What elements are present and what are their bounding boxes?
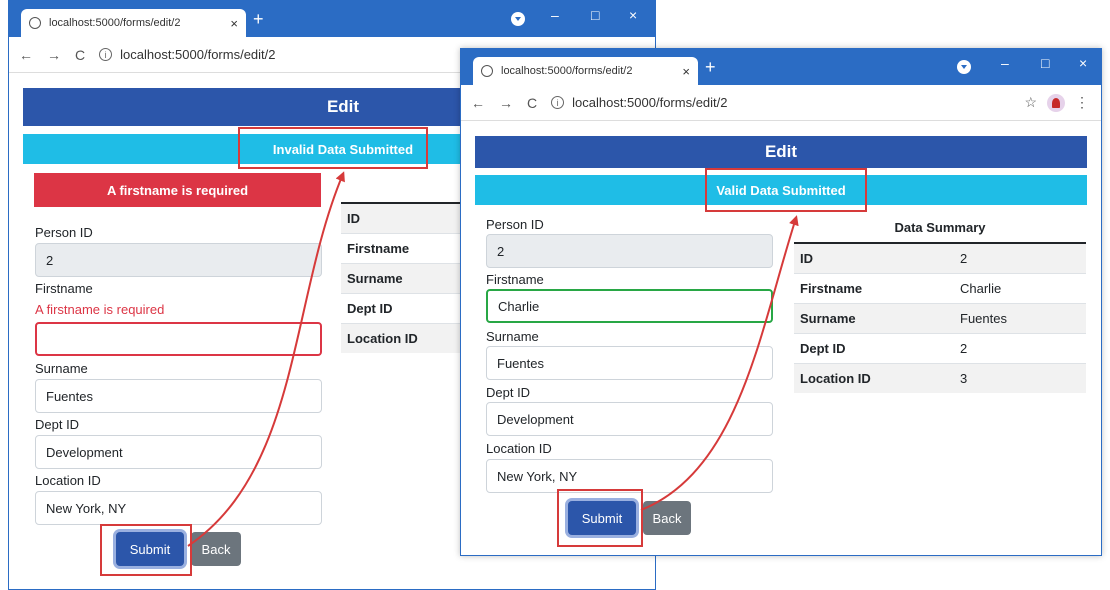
new-tab-icon[interactable]: +	[253, 9, 264, 29]
minimize-icon[interactable]: –	[551, 7, 559, 23]
firstname-label: Firstname	[35, 281, 93, 296]
tab-title: localhost:5000/forms/edit/2	[49, 17, 181, 29]
info-icon[interactable]: i	[99, 48, 113, 61]
tab-close-icon[interactable]: ×	[682, 64, 690, 79]
browser-tab[interactable]: localhost:5000/forms/edit/2 ×	[473, 57, 698, 85]
dept-label: Dept ID	[486, 385, 531, 400]
highlight-invalid-banner	[238, 127, 428, 169]
title-bar: localhost:5000/forms/edit/2 × + – □ ×	[9, 1, 655, 37]
table-header: Data Summary	[794, 213, 1086, 244]
table-key: Firstname	[794, 272, 954, 303]
dept-select[interactable]: Development	[35, 435, 322, 469]
person-id-field[interactable]: 2	[35, 243, 322, 277]
location-select[interactable]: New York, NY	[486, 459, 773, 493]
person-id-field[interactable]: 2	[486, 234, 773, 268]
maximize-icon[interactable]: □	[591, 7, 599, 23]
table-value: Charlie	[954, 272, 1086, 303]
firstname-label: Firstname	[486, 272, 544, 287]
download-icon[interactable]	[511, 12, 525, 26]
table-key: ID	[794, 242, 954, 273]
table-key: Dept ID	[794, 332, 954, 363]
address-toolbar: ← → C i localhost:5000/forms/edit/2 ☆ ⋮	[461, 85, 1101, 121]
browser-tab[interactable]: localhost:5000/forms/edit/2 ×	[21, 9, 246, 37]
validation-summary: A firstname is required	[34, 173, 321, 207]
highlight-valid-banner	[705, 168, 867, 212]
highlight-left-submit	[100, 524, 192, 576]
close-icon[interactable]: ×	[1079, 55, 1087, 71]
profile-avatar-icon[interactable]	[1047, 93, 1065, 112]
table-key: Location ID	[794, 362, 954, 393]
bookmark-star-icon[interactable]: ☆	[1024, 94, 1037, 111]
location-label: Location ID	[486, 441, 552, 456]
dept-select[interactable]: Development	[486, 402, 773, 436]
back-button[interactable]: Back	[643, 501, 691, 535]
close-icon[interactable]: ×	[629, 7, 637, 23]
info-icon[interactable]: i	[551, 96, 565, 109]
address-bar[interactable]: localhost:5000/forms/edit/2	[572, 95, 727, 110]
surname-input[interactable]: Fuentes	[486, 346, 773, 380]
tab-title: localhost:5000/forms/edit/2	[501, 65, 633, 77]
minimize-icon[interactable]: –	[1001, 55, 1009, 71]
browser-window-right: localhost:5000/forms/edit/2 × + – □ × ← …	[460, 48, 1102, 556]
forward-arrow-icon[interactable]: →	[47, 47, 61, 63]
address-bar[interactable]: localhost:5000/forms/edit/2	[120, 47, 275, 62]
surname-label: Surname	[35, 361, 88, 376]
dept-label: Dept ID	[35, 417, 80, 432]
person-id-label: Person ID	[35, 225, 93, 240]
reload-icon[interactable]: C	[527, 95, 537, 111]
back-arrow-icon[interactable]: ←	[19, 47, 33, 63]
location-label: Location ID	[35, 473, 101, 488]
surname-input[interactable]: Fuentes	[35, 379, 322, 413]
table-value: 2	[954, 242, 1086, 273]
globe-icon	[29, 17, 41, 29]
table-value: 3	[954, 362, 1086, 393]
new-tab-icon[interactable]: +	[705, 57, 716, 77]
page-title: Edit	[475, 136, 1087, 168]
forward-arrow-icon[interactable]: →	[499, 95, 513, 111]
surname-label: Surname	[486, 329, 539, 344]
download-icon[interactable]	[957, 60, 971, 74]
globe-icon	[481, 65, 493, 77]
table-value: Fuentes	[954, 302, 1086, 333]
firstname-error: A firstname is required	[35, 302, 165, 317]
person-id-label: Person ID	[486, 217, 544, 232]
firstname-input[interactable]	[35, 322, 322, 356]
location-select[interactable]: New York, NY	[35, 491, 322, 525]
back-arrow-icon[interactable]: ←	[471, 95, 485, 111]
title-bar: localhost:5000/forms/edit/2 × + – □ ×	[461, 49, 1101, 85]
menu-icon[interactable]: ⋮	[1075, 94, 1089, 111]
highlight-right-submit	[557, 489, 643, 547]
data-summary-table: Data Summary ID 2 Firstname Charlie Surn…	[794, 213, 1086, 393]
tab-close-icon[interactable]: ×	[230, 16, 238, 31]
firstname-input[interactable]: Charlie	[486, 289, 773, 323]
back-button[interactable]: Back	[191, 532, 241, 566]
table-key: Surname	[794, 302, 954, 333]
reload-icon[interactable]: C	[75, 47, 85, 63]
table-value: 2	[954, 332, 1086, 363]
maximize-icon[interactable]: □	[1041, 55, 1049, 71]
